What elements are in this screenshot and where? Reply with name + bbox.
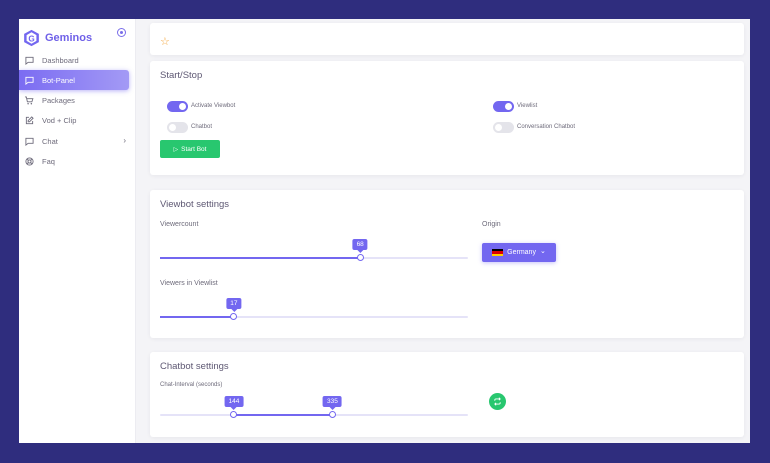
range-high-handle[interactable] xyxy=(328,411,336,418)
sidebar: G Geminos Dashboard Bot-Panel Packages V… xyxy=(19,19,136,443)
sidebar-item-bot-panel[interactable]: Bot-Panel xyxy=(19,70,129,91)
chevron-down-icon: ⌄ xyxy=(539,248,546,255)
top-bar: ☆ xyxy=(150,23,744,55)
range-low-tooltip: 144 xyxy=(224,396,244,410)
conversation-chatbot-toggle[interactable] xyxy=(493,122,514,133)
play-icon: ▷ xyxy=(173,146,179,153)
origin-dropdown[interactable]: Germany ⌄ xyxy=(482,243,556,262)
range-low-handle[interactable] xyxy=(230,411,238,418)
app-window: G Geminos Dashboard Bot-Panel Packages V… xyxy=(19,19,750,443)
sidebar-item-vod-clip[interactable]: Vod + Clip xyxy=(19,111,129,131)
chatbot-settings-card: Chatbot settings Chat-Interval (seconds)… xyxy=(150,352,744,437)
range-high-tooltip: 335 xyxy=(323,396,342,410)
message-square-icon xyxy=(24,75,34,85)
chevron-right-icon: › xyxy=(123,136,126,146)
toggle-label: Conversation Chatbot xyxy=(517,124,576,130)
message-square-icon xyxy=(24,136,34,146)
sidebar-item-packages[interactable]: Packages xyxy=(19,91,129,111)
toggle-label: Chatbot xyxy=(191,124,213,130)
start-bot-label: Start Bot xyxy=(181,145,207,153)
star-icon[interactable]: ☆ xyxy=(160,37,170,48)
sidebar-item-label: Faq xyxy=(42,156,55,166)
slider-value-tooltip: 17 xyxy=(226,298,242,312)
brand-name: Geminos xyxy=(45,32,93,44)
main-content: ☆ Start/Stop Activate Viewbot Viewlist C… xyxy=(150,19,750,443)
life-buoy-icon xyxy=(24,156,34,166)
slider-value-tooltip: 68 xyxy=(352,239,368,253)
message-square-icon xyxy=(24,55,34,65)
edit-icon xyxy=(24,116,34,126)
shopping-cart-icon xyxy=(24,96,34,106)
sidebar-item-label: Chat xyxy=(42,136,58,146)
repeat-icon xyxy=(494,397,501,406)
collapse-sidebar-icon[interactable] xyxy=(117,28,126,37)
card-title: Chatbot settings xyxy=(160,361,229,372)
swap-button[interactable] xyxy=(489,393,506,410)
svg-text:G: G xyxy=(28,34,34,43)
origin-value: Germany xyxy=(507,249,536,256)
sidebar-item-faq[interactable]: Faq xyxy=(19,151,129,171)
sidebar-item-chat[interactable]: Chat › xyxy=(19,131,129,151)
slider-handle[interactable] xyxy=(356,254,364,261)
slider-handle[interactable] xyxy=(230,313,238,320)
card-title: Start/Stop xyxy=(160,70,203,81)
start-bot-button[interactable]: ▷ Start Bot xyxy=(160,140,220,158)
sidebar-item-label: Vod + Clip xyxy=(42,116,77,126)
viewercount-label: Viewercount xyxy=(160,221,199,228)
viewbot-settings-card: Viewbot settings Viewercount 68 Origin G… xyxy=(150,190,744,338)
toggle-label: Activate Viewbot xyxy=(191,103,236,109)
chatbot-toggle[interactable] xyxy=(167,122,188,133)
toggle-label: Viewlist xyxy=(517,103,538,109)
card-title: Viewbot settings xyxy=(160,199,230,210)
viewlist-toggle[interactable] xyxy=(493,101,514,112)
sidebar-item-label: Packages xyxy=(42,96,75,106)
germany-flag-icon xyxy=(492,249,504,256)
start-stop-card: Start/Stop Activate Viewbot Viewlist Cha… xyxy=(150,61,744,175)
viewlist-count-label: Viewers in Viewlist xyxy=(160,280,218,287)
sidebar-item-label: Bot-Panel xyxy=(42,75,75,85)
sidebar-item-dashboard[interactable]: Dashboard xyxy=(19,50,129,70)
origin-label: Origin xyxy=(482,221,501,228)
sidebar-nav: Dashboard Bot-Panel Packages Vod + Clip xyxy=(19,50,136,172)
chat-interval-label: Chat-Interval (seconds) xyxy=(160,382,223,388)
brand-logo-icon: G xyxy=(24,29,39,47)
sidebar-item-label: Dashboard xyxy=(42,55,79,65)
activate-viewbot-toggle[interactable] xyxy=(167,101,188,112)
